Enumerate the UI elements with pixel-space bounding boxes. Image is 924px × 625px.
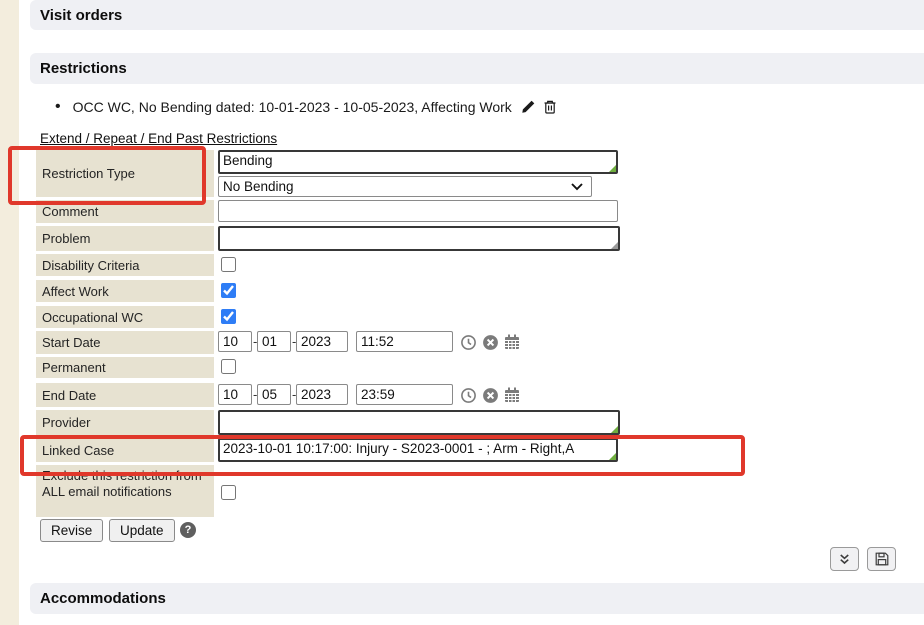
provider-textarea[interactable] bbox=[218, 410, 620, 435]
occupational-wc-label: Occupational WC bbox=[36, 306, 214, 328]
restriction-type-select[interactable]: No Bending bbox=[218, 176, 592, 197]
occupational-wc-checkbox[interactable] bbox=[221, 309, 236, 324]
restriction-type-textarea-wrap: Bending bbox=[218, 150, 618, 174]
restrictions-page: Visit orders Restrictions • OCC WC, No B… bbox=[0, 0, 924, 625]
section-header-restrictions: Restrictions bbox=[30, 53, 924, 84]
comment-input[interactable] bbox=[218, 200, 618, 222]
section-header-accommodations: Accommodations bbox=[30, 583, 924, 614]
clear-circle-icon[interactable] bbox=[482, 334, 499, 351]
clear-circle-icon[interactable] bbox=[482, 387, 499, 404]
trash-icon[interactable] bbox=[542, 99, 558, 115]
section-header-visit-orders: Visit orders bbox=[30, 0, 924, 30]
provider-label: Provider bbox=[36, 410, 214, 435]
affect-work-label: Affect Work bbox=[36, 280, 214, 302]
clock-icon[interactable] bbox=[460, 387, 477, 404]
start-time-input[interactable] bbox=[356, 331, 453, 352]
double-chevron-down-icon bbox=[837, 552, 852, 566]
start-month-input[interactable] bbox=[218, 331, 252, 352]
provider-textarea-wrap bbox=[218, 410, 620, 435]
update-button[interactable]: Update bbox=[109, 519, 175, 542]
exclude-email-checkbox[interactable] bbox=[221, 485, 236, 500]
help-icon[interactable]: ? bbox=[180, 522, 196, 538]
linked-case-textarea[interactable]: 2023-10-01 10:17:00: Injury - S2023-0001… bbox=[218, 438, 618, 462]
expand-section-button[interactable] bbox=[830, 547, 859, 571]
calendar-icon[interactable] bbox=[503, 386, 521, 404]
accommodations-title: Accommodations bbox=[40, 590, 166, 607]
extend-repeat-end-link[interactable]: Extend / Repeat / End Past Restrictions bbox=[40, 131, 277, 146]
linked-case-textarea-wrap: 2023-10-01 10:17:00: Injury - S2023-0001… bbox=[218, 438, 618, 462]
floppy-disk-icon bbox=[874, 551, 890, 567]
pencil-icon[interactable] bbox=[520, 99, 536, 115]
end-year-input[interactable] bbox=[296, 384, 348, 405]
disability-criteria-checkbox[interactable] bbox=[221, 257, 236, 272]
left-margin-strip bbox=[0, 0, 19, 625]
restriction-type-label: Restriction Type bbox=[36, 150, 214, 197]
problem-label: Problem bbox=[36, 226, 214, 251]
affect-work-checkbox[interactable] bbox=[221, 283, 236, 298]
restriction-list-item: • OCC WC, No Bending dated: 10-01-2023 -… bbox=[55, 99, 558, 115]
restriction-type-select-wrap: No Bending bbox=[218, 176, 592, 197]
start-year-input[interactable] bbox=[296, 331, 348, 352]
visit-orders-title: Visit orders bbox=[40, 7, 122, 24]
save-button[interactable] bbox=[867, 547, 896, 571]
revise-button[interactable]: Revise bbox=[40, 519, 103, 542]
restriction-type-textarea[interactable]: Bending bbox=[218, 150, 618, 174]
disability-criteria-label: Disability Criteria bbox=[36, 254, 214, 276]
permanent-label: Permanent bbox=[36, 357, 214, 378]
problem-textarea-wrap bbox=[218, 226, 620, 251]
end-time-input[interactable] bbox=[356, 384, 453, 405]
linked-case-label: Linked Case bbox=[36, 438, 214, 462]
start-day-input[interactable] bbox=[257, 331, 291, 352]
end-date-label: End Date bbox=[36, 383, 214, 407]
calendar-icon[interactable] bbox=[503, 333, 521, 351]
restriction-item-text: OCC WC, No Bending dated: 10-01-2023 - 1… bbox=[73, 99, 512, 115]
restrictions-title: Restrictions bbox=[40, 60, 127, 77]
problem-textarea[interactable] bbox=[218, 226, 620, 251]
exclude-email-label: Exclude this restriction from ALL email … bbox=[36, 465, 214, 517]
bullet-marker: • bbox=[55, 100, 61, 114]
end-month-input[interactable] bbox=[218, 384, 252, 405]
start-date-label: Start Date bbox=[36, 331, 214, 354]
end-day-input[interactable] bbox=[257, 384, 291, 405]
clock-icon[interactable] bbox=[460, 334, 477, 351]
permanent-checkbox[interactable] bbox=[221, 359, 236, 374]
comment-label: Comment bbox=[36, 200, 214, 223]
